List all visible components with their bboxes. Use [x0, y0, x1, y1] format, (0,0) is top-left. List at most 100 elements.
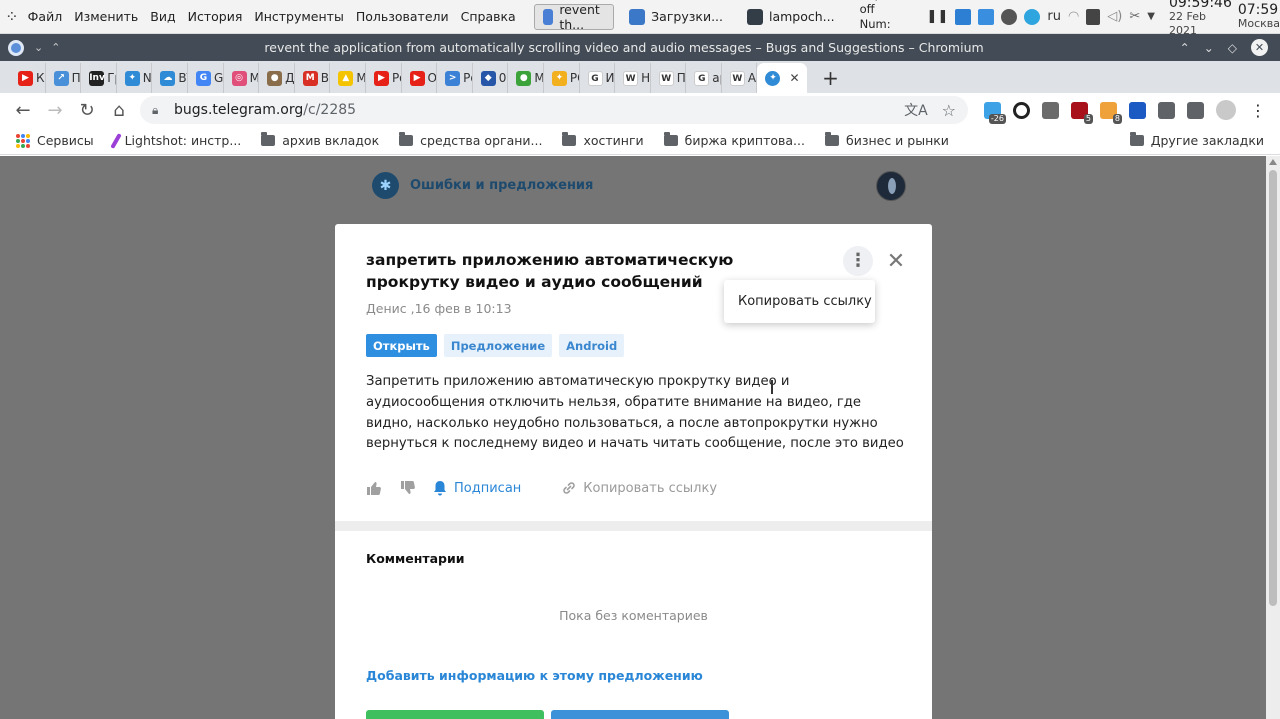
home-button[interactable]: ⌂: [104, 95, 134, 125]
browser-tab[interactable]: ✦РО: [544, 63, 580, 93]
app-menu-item[interactable]: Справка: [461, 9, 516, 24]
site-brand[interactable]: Ошибки и предложения: [410, 178, 593, 193]
browser-tab[interactable]: ▲Мо: [330, 63, 366, 93]
app-menu-item[interactable]: Изменить: [74, 9, 138, 24]
ublock-ext-icon[interactable]: 5: [1071, 101, 1093, 124]
volume-icon[interactable]: ◁): [1107, 9, 1122, 24]
modal-close-button[interactable]: ✕: [883, 246, 909, 276]
bookmark-other[interactable]: Другие закладки: [1129, 132, 1264, 148]
reading-list-icon[interactable]: [1187, 101, 1204, 119]
new-tab-button[interactable]: +: [815, 63, 845, 93]
browser-tab[interactable]: GИн: [580, 63, 616, 93]
bookmark-apps[interactable]: Сервисы: [16, 133, 94, 148]
more-options-button[interactable]: ⋮: [843, 246, 873, 276]
window-close-icon[interactable]: ✕: [1251, 39, 1268, 56]
green-action-button[interactable]: [366, 710, 544, 719]
window-shade-controls[interactable]: ⌄⌃: [34, 41, 68, 54]
tag-status[interactable]: Открыть: [366, 334, 437, 357]
battery-icon[interactable]: [1086, 8, 1101, 25]
address-bar[interactable]: 🔒︎ bugs.telegram.org/c/2285 文A ☆: [140, 96, 968, 124]
browser-tab[interactable]: InvГра: [81, 63, 117, 93]
clock[interactable]: 09:59:46 22 Feb 2021: [1169, 0, 1232, 38]
browser-tab[interactable]: ▶Ка: [10, 63, 46, 93]
tag-label[interactable]: Android: [559, 334, 625, 357]
profile-icon[interactable]: [1216, 100, 1236, 120]
tray-expand-icon[interactable]: ▼: [1147, 11, 1155, 22]
taskbar-task[interactable]: Загрузки...: [620, 4, 732, 30]
sync-tray-icon[interactable]: [1001, 8, 1018, 25]
window-titlebar[interactable]: ⌄⌃ revent the application from automatic…: [0, 34, 1280, 61]
lock-icon[interactable]: 🔒︎: [152, 103, 170, 118]
site-header[interactable]: ✱ Ошибки и предложения: [372, 172, 593, 199]
wifi-icon[interactable]: ◠: [1068, 9, 1079, 24]
bookmark-star-icon[interactable]: ☆: [942, 101, 956, 120]
maximize-icon[interactable]: ⌃: [1180, 41, 1190, 55]
browser-tab[interactable]: >Ро: [437, 63, 473, 93]
taskbar-task[interactable]: lampoch...: [738, 4, 844, 30]
browser-tab[interactable]: ☁ВТ: [152, 63, 188, 93]
browser-tab[interactable]: MВхо: [295, 63, 331, 93]
telegram-tray-icon[interactable]: [1024, 8, 1041, 25]
bookmark-item[interactable]: бизнес и рынки: [824, 132, 949, 149]
minimize-icon[interactable]: ⌄: [1204, 41, 1214, 55]
user-avatar[interactable]: [876, 171, 906, 201]
keyboard-layout[interactable]: ru: [1047, 9, 1061, 24]
browser-tab[interactable]: ✦Ne: [117, 63, 153, 93]
translate-icon[interactable]: 文A: [904, 100, 928, 120]
browser-tab[interactable]: WНе: [615, 63, 651, 93]
weather-ext-icon[interactable]: -26: [984, 101, 1006, 124]
tab-close-icon[interactable]: ✕: [789, 71, 799, 85]
blue-action-button[interactable]: [551, 710, 729, 719]
add-info-link[interactable]: Добавить информацию к этому предложению: [366, 668, 703, 683]
pause-icon[interactable]: ❚❚: [927, 9, 949, 24]
browser-tab[interactable]: ◆0.0: [473, 63, 509, 93]
browser-menu-icon[interactable]: ⋮: [1250, 101, 1266, 120]
app-menu-item[interactable]: История: [188, 9, 243, 24]
bookmark-item[interactable]: Lightshot: инстр...: [109, 132, 241, 149]
app-launcher-icon[interactable]: ⁘: [0, 7, 24, 26]
bookmark-item[interactable]: хостинги: [562, 132, 644, 149]
chat-tray-icon[interactable]: [978, 8, 995, 25]
browser-tab[interactable]: Gapl: [686, 63, 722, 93]
dislike-button[interactable]: [400, 480, 416, 496]
puzzle-ext-icon[interactable]: [1158, 101, 1175, 119]
chrome-ext-icon[interactable]: 8: [1100, 101, 1122, 124]
scissors-icon[interactable]: ✂: [1129, 9, 1140, 24]
browser-tab[interactable]: GGo: [188, 63, 224, 93]
tag-label[interactable]: Предложение: [443, 334, 553, 357]
app-menu-item[interactable]: Инструменты: [254, 9, 343, 24]
browser-tab[interactable]: ●До: [259, 63, 295, 93]
reload-button[interactable]: ↻: [72, 95, 102, 125]
bookmark-item[interactable]: средства органи...: [399, 132, 542, 149]
browser-tab[interactable]: ▶Ро: [366, 63, 402, 93]
app-menu-item[interactable]: Пользователи: [356, 9, 449, 24]
url-text[interactable]: bugs.telegram.org/c/2285: [174, 102, 890, 118]
app-menu-item[interactable]: Файл: [28, 9, 63, 24]
browser-tab[interactable]: ▶ОС: [402, 63, 438, 93]
forward-button[interactable]: →: [40, 95, 70, 125]
tab-active[interactable]: ✦ ✕: [757, 63, 808, 93]
scrollbar-thumb[interactable]: [1269, 170, 1277, 606]
circle-ext-icon[interactable]: [1013, 101, 1030, 119]
keep-above-icon[interactable]: ◇: [1228, 41, 1237, 55]
taskbar-task[interactable]: revent th...: [533, 2, 615, 32]
back-button[interactable]: ←: [8, 95, 38, 125]
app-menu-item[interactable]: Вид: [150, 9, 175, 24]
trello-ext-icon[interactable]: [1129, 101, 1146, 119]
bookmark-item[interactable]: архив вкладок: [261, 132, 379, 149]
like-button[interactable]: [366, 480, 382, 496]
clock-secondary[interactable]: 07:59 Москва: [1238, 3, 1280, 31]
info-tray-icon[interactable]: [955, 8, 972, 25]
copy-link-button[interactable]: Копировать ссылку: [561, 480, 717, 496]
browser-tab[interactable]: ●Ма: [508, 63, 544, 93]
browser-tab[interactable]: ↗По: [46, 63, 82, 93]
pocket-ext-icon[interactable]: [1042, 101, 1059, 119]
page-scrollbar[interactable]: [1266, 156, 1280, 719]
browser-tab[interactable]: WПр: [651, 63, 687, 93]
copy-link-menu-item[interactable]: Копировать ссылку: [724, 280, 875, 323]
bookmark-item[interactable]: биржа криптова...: [663, 132, 805, 149]
subscribe-button[interactable]: Подписан: [432, 480, 521, 496]
browser-tab[interactable]: WАр: [722, 63, 758, 93]
scroll-up-icon[interactable]: [1269, 159, 1277, 165]
browser-tab[interactable]: ◎Ме: [224, 63, 260, 93]
